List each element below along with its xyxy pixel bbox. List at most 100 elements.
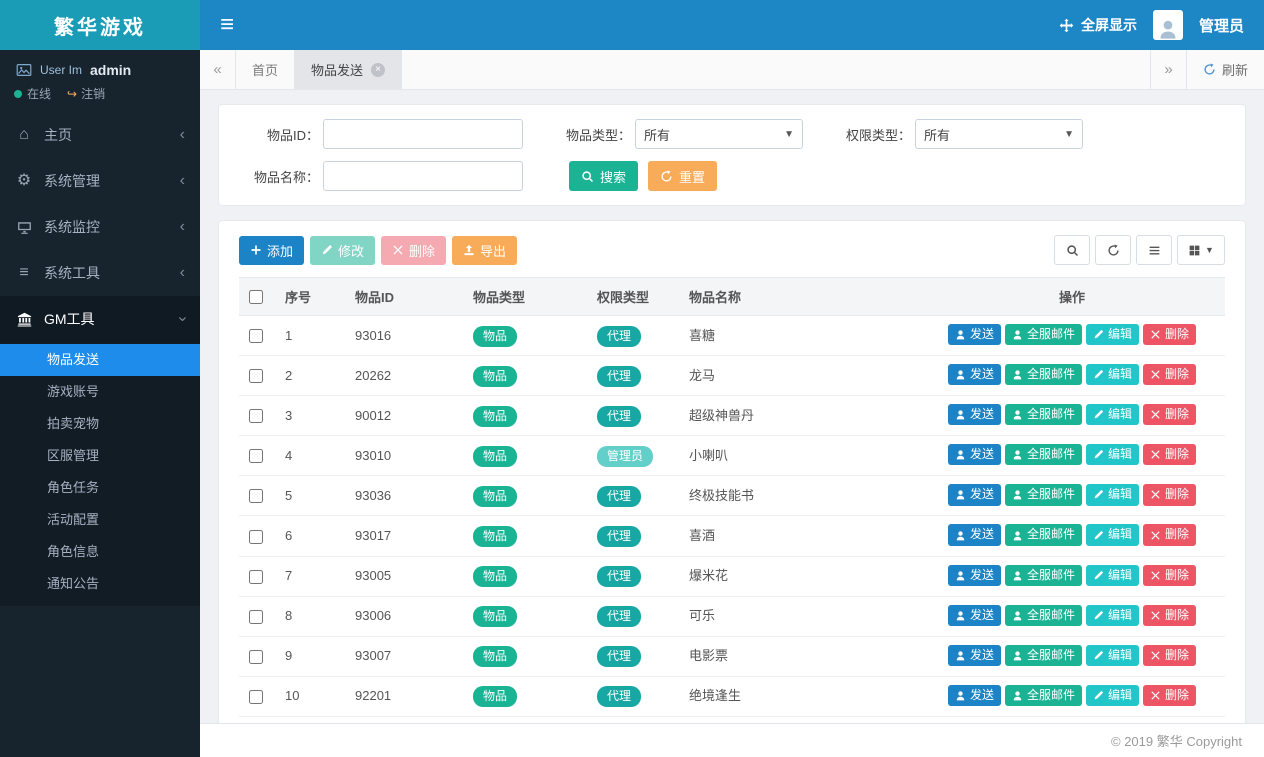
edit-button[interactable]: 编辑 <box>1086 484 1139 505</box>
mail-all-button[interactable]: 全服邮件 <box>1005 444 1082 465</box>
sidebar-subitem-0[interactable]: 物品发送 <box>0 344 200 376</box>
sidebar-item-label: 主页 <box>44 125 72 145</box>
sidebar-item-4[interactable]: GM工具‹ <box>0 296 200 342</box>
modify-button[interactable]: 修改 <box>310 236 375 265</box>
mail-all-button[interactable]: 全服邮件 <box>1005 324 1082 345</box>
user-icon <box>955 409 966 420</box>
row-checkbox[interactable] <box>249 369 263 383</box>
sidebar-subitem-5[interactable]: 活动配置 <box>0 504 200 536</box>
delete-button[interactable]: 删除 <box>381 236 446 265</box>
row-checkbox[interactable] <box>249 690 263 704</box>
delete-button[interactable]: 删除 <box>1143 404 1196 425</box>
edit-button[interactable]: 编辑 <box>1086 324 1139 345</box>
edit-icon <box>1093 489 1104 500</box>
mail-all-button[interactable]: 全服邮件 <box>1005 524 1082 545</box>
mail-all-button[interactable]: 全服邮件 <box>1005 685 1082 706</box>
delete-button[interactable]: 删除 <box>1143 364 1196 385</box>
mail-all-button[interactable]: 全服邮件 <box>1005 484 1082 505</box>
table-refresh-button[interactable] <box>1095 235 1131 265</box>
sidebar-subitem-4[interactable]: 角色任务 <box>0 472 200 504</box>
sidebar-item-1[interactable]: ⚙系统管理‹ <box>0 158 200 204</box>
sidebar-item-label: 系统监控 <box>44 217 100 237</box>
send-button[interactable]: 发送 <box>948 444 1001 465</box>
refresh-tab-button[interactable]: 刷新 <box>1186 50 1264 89</box>
send-button[interactable]: 发送 <box>948 685 1001 706</box>
row-checkbox[interactable] <box>249 610 263 624</box>
mail-all-button[interactable]: 全服邮件 <box>1005 565 1082 586</box>
export-button[interactable]: 导出 <box>452 236 517 265</box>
edit-button[interactable]: 编辑 <box>1086 404 1139 425</box>
perm-type-select[interactable]: 所有 ▼ <box>915 119 1083 149</box>
cell-item-id: 93017 <box>347 516 465 556</box>
send-button[interactable]: 发送 <box>948 565 1001 586</box>
row-checkbox[interactable] <box>249 570 263 584</box>
item-type-select[interactable]: 所有 ▼ <box>635 119 803 149</box>
edit-button[interactable]: 编辑 <box>1086 645 1139 666</box>
select-all-checkbox[interactable] <box>249 290 263 304</box>
avatar[interactable] <box>1153 10 1183 40</box>
item-id-input[interactable] <box>323 119 523 149</box>
hamburger-menu-icon[interactable]: ≡ <box>220 13 234 37</box>
send-button[interactable]: 发送 <box>948 605 1001 626</box>
edit-button[interactable]: 编辑 <box>1086 685 1139 706</box>
delete-button[interactable]: 删除 <box>1143 565 1196 586</box>
sidebar-item-0[interactable]: ⌂主页‹ <box>0 112 200 158</box>
current-user-label[interactable]: 管理员 <box>1199 15 1244 36</box>
item-id-label: 物品ID： <box>241 125 319 144</box>
delete-button[interactable]: 删除 <box>1143 324 1196 345</box>
fullscreen-button[interactable]: 全屏显示 <box>1059 15 1137 35</box>
delete-button[interactable]: 删除 <box>1143 685 1196 706</box>
table-search-toggle-button[interactable] <box>1054 235 1090 265</box>
send-button[interactable]: 发送 <box>948 364 1001 385</box>
edit-button[interactable]: 编辑 <box>1086 605 1139 626</box>
reset-button[interactable]: 重置 <box>648 161 717 191</box>
delete-button[interactable]: 删除 <box>1143 524 1196 545</box>
tab-1[interactable]: 物品发送× <box>295 50 402 89</box>
edit-button[interactable]: 编辑 <box>1086 524 1139 545</box>
item-id-group: 物品ID： <box>241 119 523 149</box>
edit-button[interactable]: 编辑 <box>1086 364 1139 385</box>
delete-button[interactable]: 删除 <box>1143 605 1196 626</box>
row-checkbox[interactable] <box>249 329 263 343</box>
table-row: 1092201物品代理绝境逢生发送全服邮件编辑删除 <box>239 676 1225 716</box>
tabs-scroll-right-icon[interactable]: » <box>1150 50 1186 89</box>
sidebar-subitem-1[interactable]: 游戏账号 <box>0 376 200 408</box>
send-button[interactable]: 发送 <box>948 524 1001 545</box>
send-button[interactable]: 发送 <box>948 645 1001 666</box>
row-checkbox[interactable] <box>249 489 263 503</box>
mail-all-button[interactable]: 全服邮件 <box>1005 404 1082 425</box>
table-columns-button[interactable]: ▼ <box>1177 235 1225 265</box>
profile-status: 在线 ↪ 注销 <box>14 85 186 102</box>
sidebar-item-2[interactable]: 系统监控‹ <box>0 204 200 250</box>
mail-all-button[interactable]: 全服邮件 <box>1005 605 1082 626</box>
sidebar-subitem-3[interactable]: 区服管理 <box>0 440 200 472</box>
edit-button[interactable]: 编辑 <box>1086 565 1139 586</box>
send-button[interactable]: 发送 <box>948 324 1001 345</box>
send-button[interactable]: 发送 <box>948 484 1001 505</box>
table-view-toggle-button[interactable] <box>1136 235 1172 265</box>
sidebar-subitem-6[interactable]: 角色信息 <box>0 536 200 568</box>
delete-button[interactable]: 删除 <box>1143 645 1196 666</box>
tab-0[interactable]: 首页 <box>236 50 295 89</box>
item-type-badge: 物品 <box>473 406 517 427</box>
item-name-input[interactable] <box>323 161 523 191</box>
row-checkbox[interactable] <box>249 409 263 423</box>
row-checkbox[interactable] <box>249 530 263 544</box>
send-button[interactable]: 发送 <box>948 404 1001 425</box>
edit-button[interactable]: 编辑 <box>1086 444 1139 465</box>
row-checkbox[interactable] <box>249 650 263 664</box>
search-button[interactable]: 搜索 <box>569 161 638 191</box>
broken-image-icon <box>14 62 34 78</box>
delete-button[interactable]: 删除 <box>1143 484 1196 505</box>
tabs-scroll-left-icon[interactable]: « <box>200 50 236 89</box>
row-checkbox[interactable] <box>249 449 263 463</box>
mail-all-button[interactable]: 全服邮件 <box>1005 645 1082 666</box>
delete-button[interactable]: 删除 <box>1143 444 1196 465</box>
sidebar-subitem-2[interactable]: 拍卖宠物 <box>0 408 200 440</box>
add-button[interactable]: 添加 <box>239 236 304 265</box>
close-icon[interactable]: × <box>371 63 385 77</box>
sidebar-item-3[interactable]: ≡系统工具‹ <box>0 250 200 296</box>
sidebar-subitem-7[interactable]: 通知公告 <box>0 568 200 600</box>
logout-link[interactable]: 注销 <box>81 85 105 102</box>
mail-all-button[interactable]: 全服邮件 <box>1005 364 1082 385</box>
